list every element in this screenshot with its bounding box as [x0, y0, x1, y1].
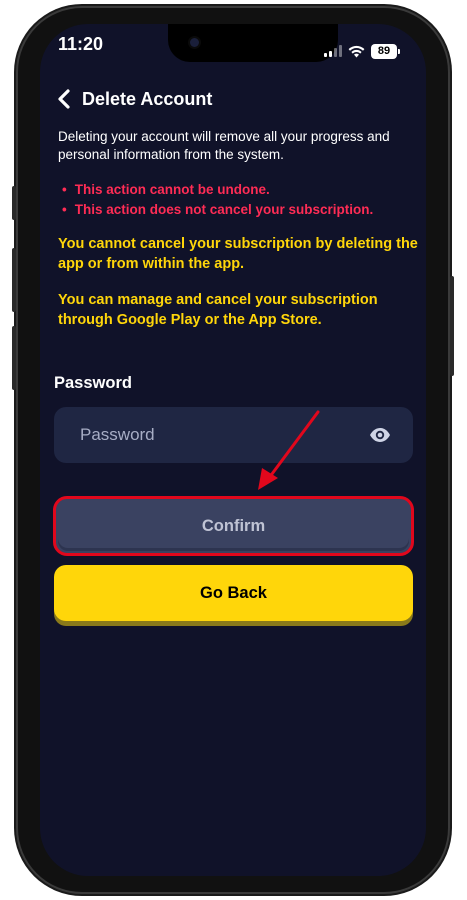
- bullet: •: [62, 182, 67, 197]
- warning-item: • This action cannot be undone.: [62, 180, 422, 200]
- volume-up-button: [12, 248, 16, 312]
- password-input[interactable]: [78, 424, 369, 446]
- action-button: [12, 186, 16, 220]
- confirm-label: Confirm: [201, 516, 266, 535]
- manage-subscription-notice: You can manage and cancel your subscript…: [58, 292, 378, 328]
- page-title: Delete Account: [82, 88, 213, 109]
- go-back-button[interactable]: Go Back: [54, 565, 413, 621]
- chevron-left-icon: [58, 89, 70, 109]
- warning-item: • This action does not cancel your subsc…: [62, 200, 422, 220]
- password-field[interactable]: [54, 407, 413, 463]
- warning-text: This action does not cancel your subscri…: [74, 202, 374, 217]
- intro-text: Deleting your account will remove all yo…: [58, 129, 390, 162]
- page-header: Delete Account: [56, 86, 212, 112]
- password-label: Password: [54, 374, 132, 392]
- volume-down-button: [12, 326, 16, 390]
- warning-list: • This action cannot be undone. • This a…: [62, 180, 422, 220]
- signal-icon: [324, 45, 342, 57]
- battery-icon: 89: [371, 43, 400, 59]
- wifi-icon: [348, 45, 365, 57]
- status-icons: 89: [324, 40, 400, 62]
- camera-icon: [190, 38, 199, 47]
- bullet: •: [62, 202, 67, 217]
- eye-icon[interactable]: [369, 427, 391, 443]
- go-back-label: Go Back: [200, 583, 267, 602]
- back-button[interactable]: [56, 88, 72, 110]
- power-button: [450, 276, 454, 376]
- confirm-button[interactable]: Confirm: [53, 496, 414, 556]
- subscription-notice: You cannot cancel your subscription by d…: [58, 236, 418, 272]
- status-time: 11:20: [58, 34, 104, 54]
- warning-text: This action cannot be undone.: [74, 182, 270, 197]
